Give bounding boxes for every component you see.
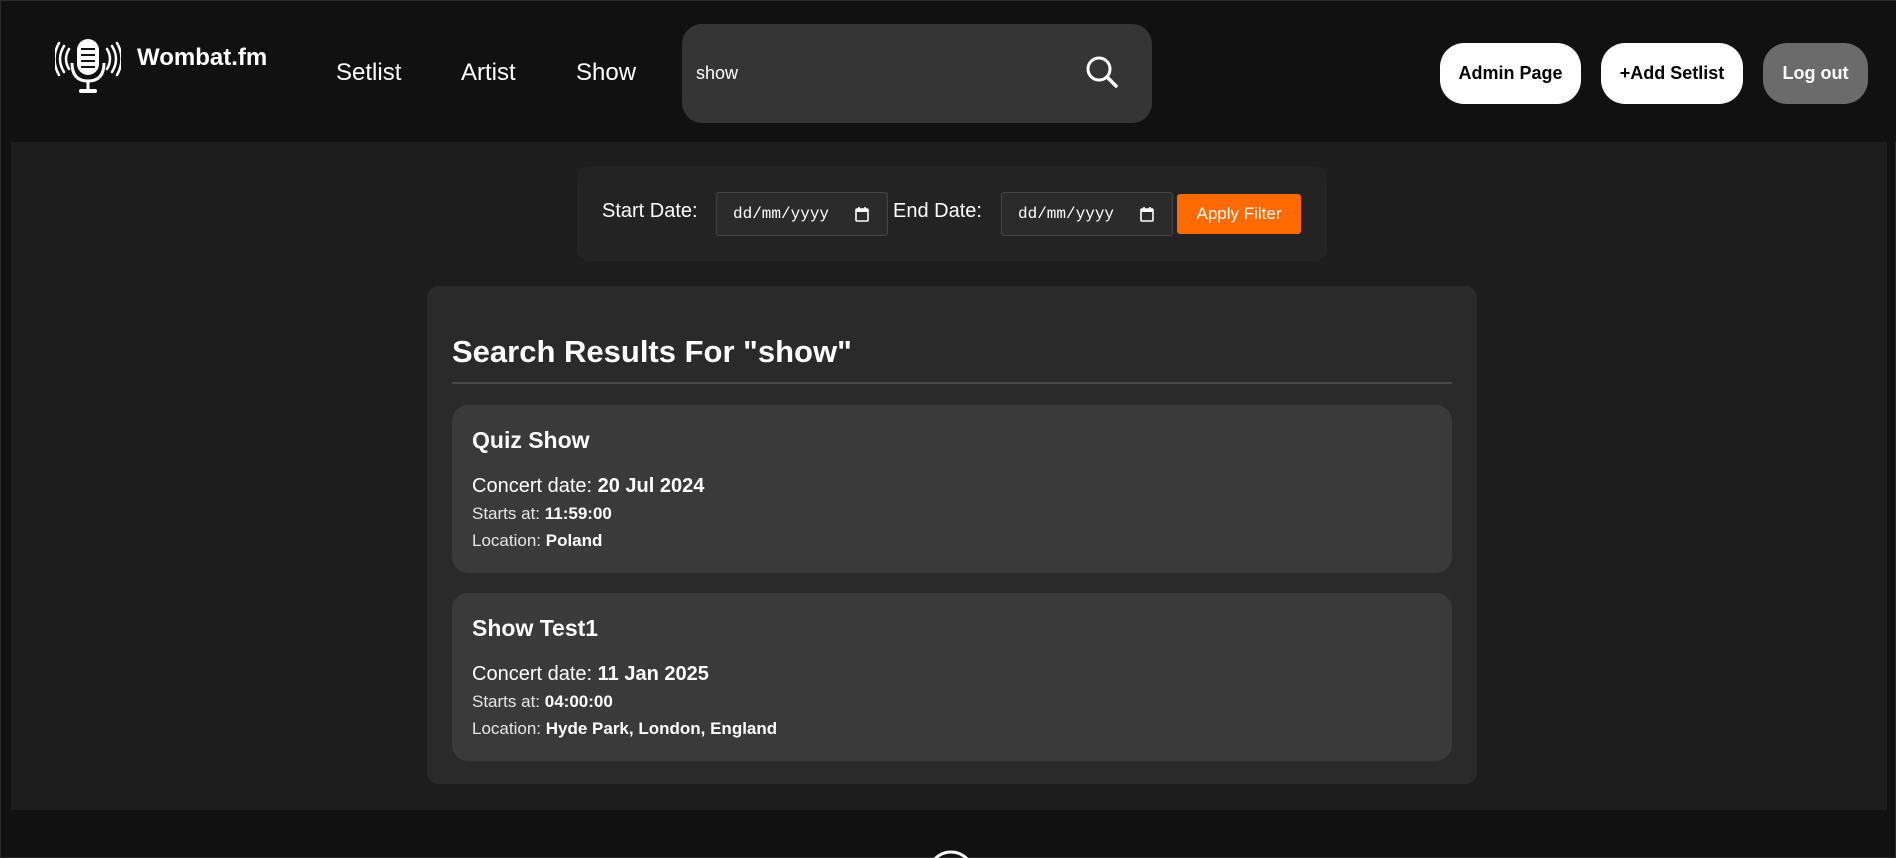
location: Location: Poland xyxy=(472,531,603,550)
add-setlist-button[interactable]: +Add Setlist xyxy=(1601,43,1743,104)
search-icon xyxy=(1086,56,1118,88)
nav-show[interactable]: Show xyxy=(576,59,636,87)
search-results-panel: Search Results For "show" Quiz Show Conc… xyxy=(427,286,1477,784)
brand[interactable]: Wombat.fm xyxy=(55,37,267,95)
admin-page-button[interactable]: Admin Page xyxy=(1440,43,1581,104)
end-date-input[interactable]: dd/mm/yyyy xyxy=(1001,192,1173,236)
main-content: Start Date: dd/mm/yyyy End Date: dd/mm/y… xyxy=(11,142,1887,810)
calendar-icon xyxy=(1140,207,1154,222)
concert-date: Concert date: 20 Jul 2024 xyxy=(472,475,705,497)
microphone-broadcast-icon xyxy=(55,39,121,93)
search-input[interactable] xyxy=(696,58,1076,88)
start-date-placeholder: dd/mm/yyyy xyxy=(733,205,830,223)
concert-date: Concert date: 11 Jan 2025 xyxy=(472,663,709,685)
end-date-placeholder: dd/mm/yyyy xyxy=(1018,205,1115,223)
nav-setlist[interactable]: Setlist xyxy=(336,59,401,87)
date-filter-bar: Start Date: dd/mm/yyyy End Date: dd/mm/y… xyxy=(577,166,1327,261)
nav-artist[interactable]: Artist xyxy=(461,59,516,87)
search-button[interactable] xyxy=(1080,50,1126,96)
footer-microphone-icon xyxy=(933,850,969,858)
show-title: Show Test1 xyxy=(472,615,599,641)
start-time: Starts at: 04:00:00 xyxy=(472,692,613,711)
start-date-label: Start Date: xyxy=(602,200,698,222)
apply-filter-button[interactable]: Apply Filter xyxy=(1177,194,1301,234)
start-date-input[interactable]: dd/mm/yyyy xyxy=(716,192,888,236)
show-card[interactable]: Show Test1 Concert date: 11 Jan 2025 Sta… xyxy=(452,593,1452,761)
show-card[interactable]: Quiz Show Concert date: 20 Jul 2024 Star… xyxy=(452,405,1452,573)
results-title: Search Results For "show" xyxy=(452,334,852,369)
logout-button[interactable]: Log out xyxy=(1763,43,1868,104)
search-bar xyxy=(682,24,1152,123)
calendar-icon xyxy=(855,207,869,222)
start-time: Starts at: 11:59:00 xyxy=(472,504,612,523)
results-divider xyxy=(452,382,1452,384)
location: Location: Hyde Park, London, England xyxy=(472,719,778,738)
show-title: Quiz Show xyxy=(472,427,590,453)
top-header: Wombat.fm Setlist Artist Show Admin Page… xyxy=(1,1,1896,141)
end-date-label: End Date: xyxy=(893,200,982,222)
brand-name: Wombat.fm xyxy=(137,44,268,71)
